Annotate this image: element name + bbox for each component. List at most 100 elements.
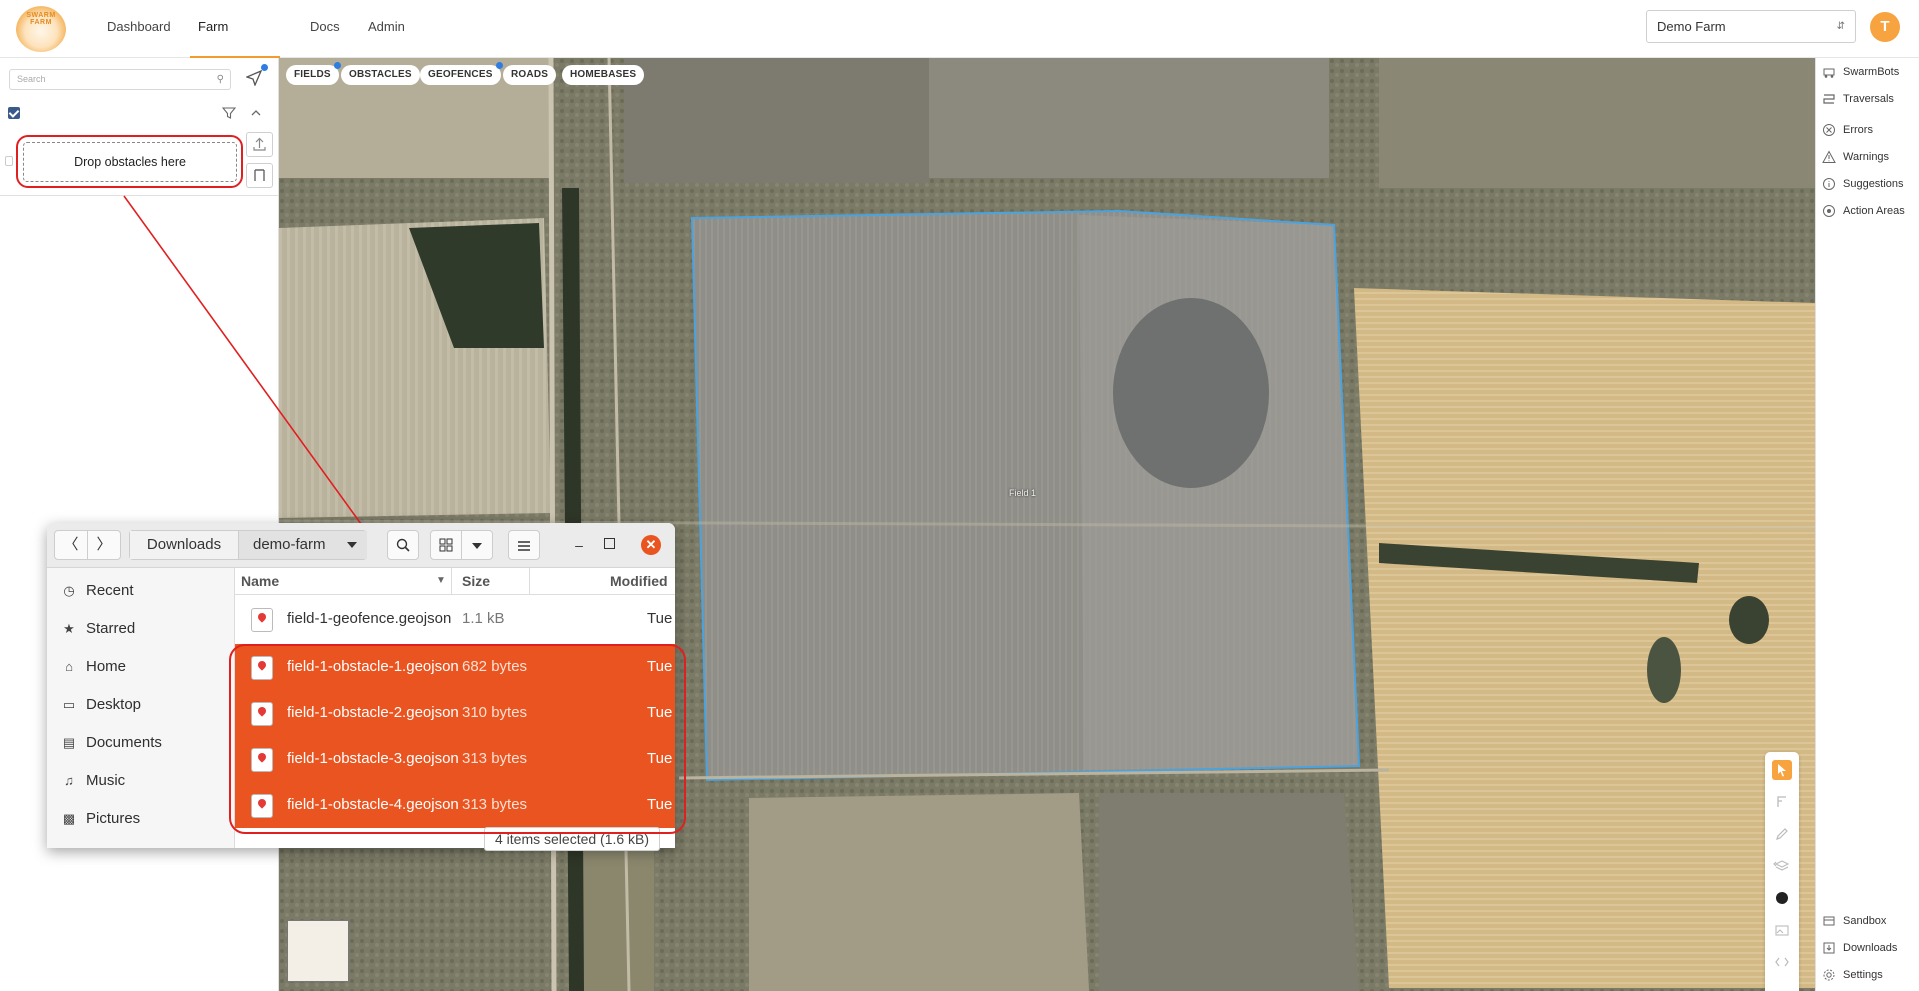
layers-icon[interactable] [1772,856,1792,876]
path-demo-farm-label: demo-farm [253,536,326,553]
image-icon[interactable] [1772,920,1792,940]
nav-docs[interactable]: Docs [302,0,348,56]
chip-fields[interactable]: FIELDS [286,62,341,85]
search-button[interactable] [387,530,419,560]
pointer-icon[interactable] [1772,760,1792,780]
place-recent[interactable]: ◷ Recent [61,579,134,603]
file-row[interactable]: field-1-geofence.geojson 1.1 kB Tue [235,596,675,642]
panel-warnings[interactable]: Warnings [1822,147,1889,167]
geojson-file-icon [251,608,273,632]
place-pictures[interactable]: ▩ Pictures [61,807,140,831]
nav-dashboard[interactable]: Dashboard [99,0,179,56]
panel-settings-label: Settings [1843,969,1883,981]
chip-obstacles[interactable]: OBSTACLES [341,65,420,85]
search-input[interactable]: Search ⚲ [9,69,231,90]
draw-line-icon[interactable] [1772,792,1792,812]
file-modified: Tue [647,610,673,627]
minimize-button[interactable]: – [567,530,591,560]
code-icon[interactable] [1772,952,1792,972]
panel-swarmbots-label: SwarmBots [1843,66,1900,78]
place-documents[interactable]: ▤ Documents [61,731,162,755]
route-icon [1822,92,1836,106]
upload-button[interactable] [246,132,273,157]
swarmfarm-logo[interactable]: SWARM FARM [16,6,66,52]
target-icon [1822,204,1836,218]
path-demo-farm[interactable]: demo-farm [239,531,367,559]
panel-suggestions[interactable]: Suggestions [1822,174,1904,194]
view-options-button[interactable] [461,530,493,560]
panel-action-areas-label: Action Areas [1843,205,1905,217]
chevron-up-icon[interactable] [249,106,263,120]
annotation-highlight-drop-zone [16,135,243,188]
warning-triangle-icon [1822,150,1836,164]
logo-text: SWARM FARM [26,12,56,26]
star-icon: ★ [63,621,75,636]
annotation-highlight-files [229,644,686,834]
document-icon: ▤ [62,735,76,750]
field-label: Field 1 [1009,488,1037,498]
place-home-label: Home [86,658,127,675]
place-desktop[interactable]: ▭ Desktop [61,693,141,717]
column-divider [529,568,530,594]
menu-button[interactable] [508,530,540,560]
filter-icon[interactable] [221,106,237,120]
pencil-icon[interactable] [1772,824,1792,844]
panel-suggestions-label: Suggestions [1843,178,1904,190]
column-modified[interactable]: Modified [610,568,668,594]
search-placeholder: Search [17,74,46,84]
music-icon: ♫ [64,773,74,788]
back-button[interactable]: 〈 [54,530,88,560]
sort-arrow-icon[interactable]: ▼ [431,568,452,594]
column-name[interactable]: Name [241,568,279,594]
maximize-button[interactable] [604,538,615,549]
panel-swarmbots[interactable]: SwarmBots [1822,62,1899,82]
nav-farm-manager[interactable]: Farm Manager [190,0,280,88]
panel-action-areas[interactable]: Action Areas [1822,201,1905,221]
basemap-toggle-thumbnail[interactable] [287,920,349,982]
panel-sandbox-label: Sandbox [1843,915,1887,927]
desktop-icon: ▭ [62,697,76,712]
user-avatar[interactable]: T [1870,12,1900,42]
place-music[interactable]: ♫ Music [61,769,125,793]
close-button[interactable]: ✕ [641,535,661,555]
draw-path-button[interactable] [246,163,273,188]
column-headers: Name ▼ Size Modified [235,568,675,595]
color-dot-icon[interactable] [1772,888,1792,908]
place-pictures-label: Pictures [86,810,141,827]
file-name: field-1-geofence.geojson [287,610,452,627]
panel-traversals[interactable]: Traversals [1822,89,1894,109]
forward-button[interactable]: 〉 [87,530,121,560]
nav-admin[interactable]: Admin [360,0,413,56]
chip-geofences-label: GEOFENCES [428,69,493,80]
row-checkbox[interactable] [5,156,13,166]
place-starred[interactable]: ★ Starred [61,617,135,641]
place-desktop-label: Desktop [86,696,142,713]
panel-settings[interactable]: Settings [1822,965,1883,985]
panel-errors[interactable]: Errors [1822,120,1873,140]
search-icon: ⚲ [216,74,224,85]
chip-fields-label: FIELDS [294,69,331,80]
select-arrows-icon: ⇵ [1836,21,1845,32]
place-recent-label: Recent [86,582,134,599]
column-size[interactable]: Size [462,568,490,594]
panel-sandbox[interactable]: Sandbox [1822,911,1886,931]
grid-view-button[interactable] [430,530,462,560]
chip-roads[interactable]: ROADS [503,65,557,85]
place-starred-label: Starred [86,620,136,637]
select-all-checkbox[interactable] [8,107,20,119]
place-documents-label: Documents [86,734,162,751]
panel-traversals-label: Traversals [1843,93,1894,105]
send-icon[interactable] [245,64,268,87]
top-bar: SWARM FARM Dashboard Farm Manager Docs A… [0,0,1919,88]
chip-geofences[interactable]: GEOFENCES [420,62,503,85]
place-home[interactable]: ⌂ Home [61,655,126,679]
search-icon [396,538,410,552]
chip-homebases[interactable]: HOMEBASES [562,65,645,85]
farm-select[interactable]: Demo Farm ⇵ [1646,10,1856,43]
panel-downloads[interactable]: Downloads [1822,938,1897,958]
path-downloads[interactable]: Downloads [130,531,239,559]
sandbox-icon [1822,914,1836,928]
error-circle-icon [1822,123,1836,137]
hamburger-icon [518,541,530,551]
picture-icon: ▩ [62,811,76,826]
